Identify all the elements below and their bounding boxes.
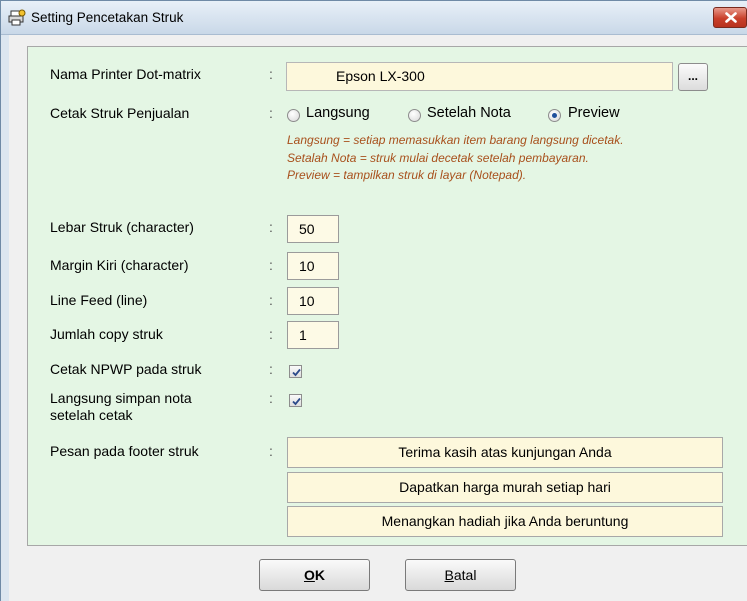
print-npwp-label: Cetak NPWP pada struk <box>50 361 202 377</box>
cancel-label-rest: atal <box>453 567 477 583</box>
ok-label-rest: K <box>314 567 325 583</box>
print-mode-hint: Langsung = setiap memasukkan item barang… <box>287 132 624 185</box>
save-after-print-checkbox[interactable] <box>289 394 302 407</box>
save-after-print-label-line1: Langsung simpan nota <box>50 390 192 406</box>
radio-setelah-nota[interactable] <box>408 109 421 122</box>
cancel-button[interactable]: Batal <box>405 559 516 591</box>
print-mode-label: Cetak Struk Penjualan <box>50 105 190 121</box>
copies-label: Jumlah copy struk <box>50 326 163 342</box>
print-npwp-colon: : <box>269 361 273 377</box>
save-after-print-label-line2: setelah cetak <box>50 407 133 423</box>
left-margin-input[interactable]: 10 <box>287 252 339 280</box>
left-margin-label: Margin Kiri (character) <box>50 257 189 273</box>
ok-mnemonic: O <box>303 567 315 583</box>
radio-preview[interactable] <box>548 109 561 122</box>
browse-printer-button[interactable]: ... <box>678 63 708 91</box>
printer-name-field[interactable]: Epson LX-300 <box>286 62 673 91</box>
printer-label: Nama Printer Dot-matrix <box>50 66 201 82</box>
radio-langsung-label[interactable]: Langsung <box>306 105 370 121</box>
radio-setelah-nota-label[interactable]: Setelah Nota <box>427 105 511 121</box>
checkmark-icon <box>292 397 301 406</box>
close-button[interactable] <box>713 7 747 28</box>
dialog-window: Setting Pencetakan Struk Nama Printer Do… <box>0 0 747 601</box>
window-title: Setting Pencetakan Struk <box>31 10 184 25</box>
footer-line-1-input[interactable]: Terima kasih atas kunjungan Anda <box>287 437 723 468</box>
line-feed-colon: : <box>269 292 273 308</box>
footer-line-2-input[interactable]: Dapatkan harga murah setiap hari <box>287 472 723 503</box>
hint-line: Langsung = setiap memasukkan item barang… <box>287 133 624 147</box>
close-icon <box>725 12 737 23</box>
radio-preview-label[interactable]: Preview <box>568 105 620 121</box>
printer-settings-icon <box>8 9 26 26</box>
line-feed-input[interactable]: 10 <box>287 287 339 315</box>
title-bar[interactable]: Setting Pencetakan Struk <box>1 1 747 35</box>
line-feed-label: Line Feed (line) <box>50 292 148 308</box>
receipt-width-label: Lebar Struk (character) <box>50 219 194 235</box>
footer-message-colon: : <box>269 443 273 459</box>
cancel-mnemonic: B <box>444 567 454 583</box>
print-mode-colon: : <box>269 105 273 121</box>
radio-langsung[interactable] <box>287 109 300 122</box>
save-after-print-colon: : <box>269 390 273 406</box>
hint-line: Setalah Nota = struk mulai decetak setel… <box>287 150 589 165</box>
print-npwp-checkbox[interactable] <box>289 365 302 378</box>
copies-input[interactable]: 1 <box>287 321 339 349</box>
printer-colon: : <box>269 66 273 82</box>
hint-line: Preview = tampilkan struk di layar (Note… <box>287 168 527 182</box>
receipt-width-colon: : <box>269 219 273 235</box>
checkmark-icon <box>292 368 301 377</box>
footer-message-label: Pesan pada footer struk <box>50 443 199 459</box>
ok-button[interactable]: OK <box>259 559 370 591</box>
receipt-width-input[interactable]: 50 <box>287 215 339 243</box>
copies-colon: : <box>269 326 273 342</box>
left-margin-colon: : <box>269 257 273 273</box>
footer-line-3-input[interactable]: Menangkan hadiah jika Anda beruntung <box>287 506 723 537</box>
